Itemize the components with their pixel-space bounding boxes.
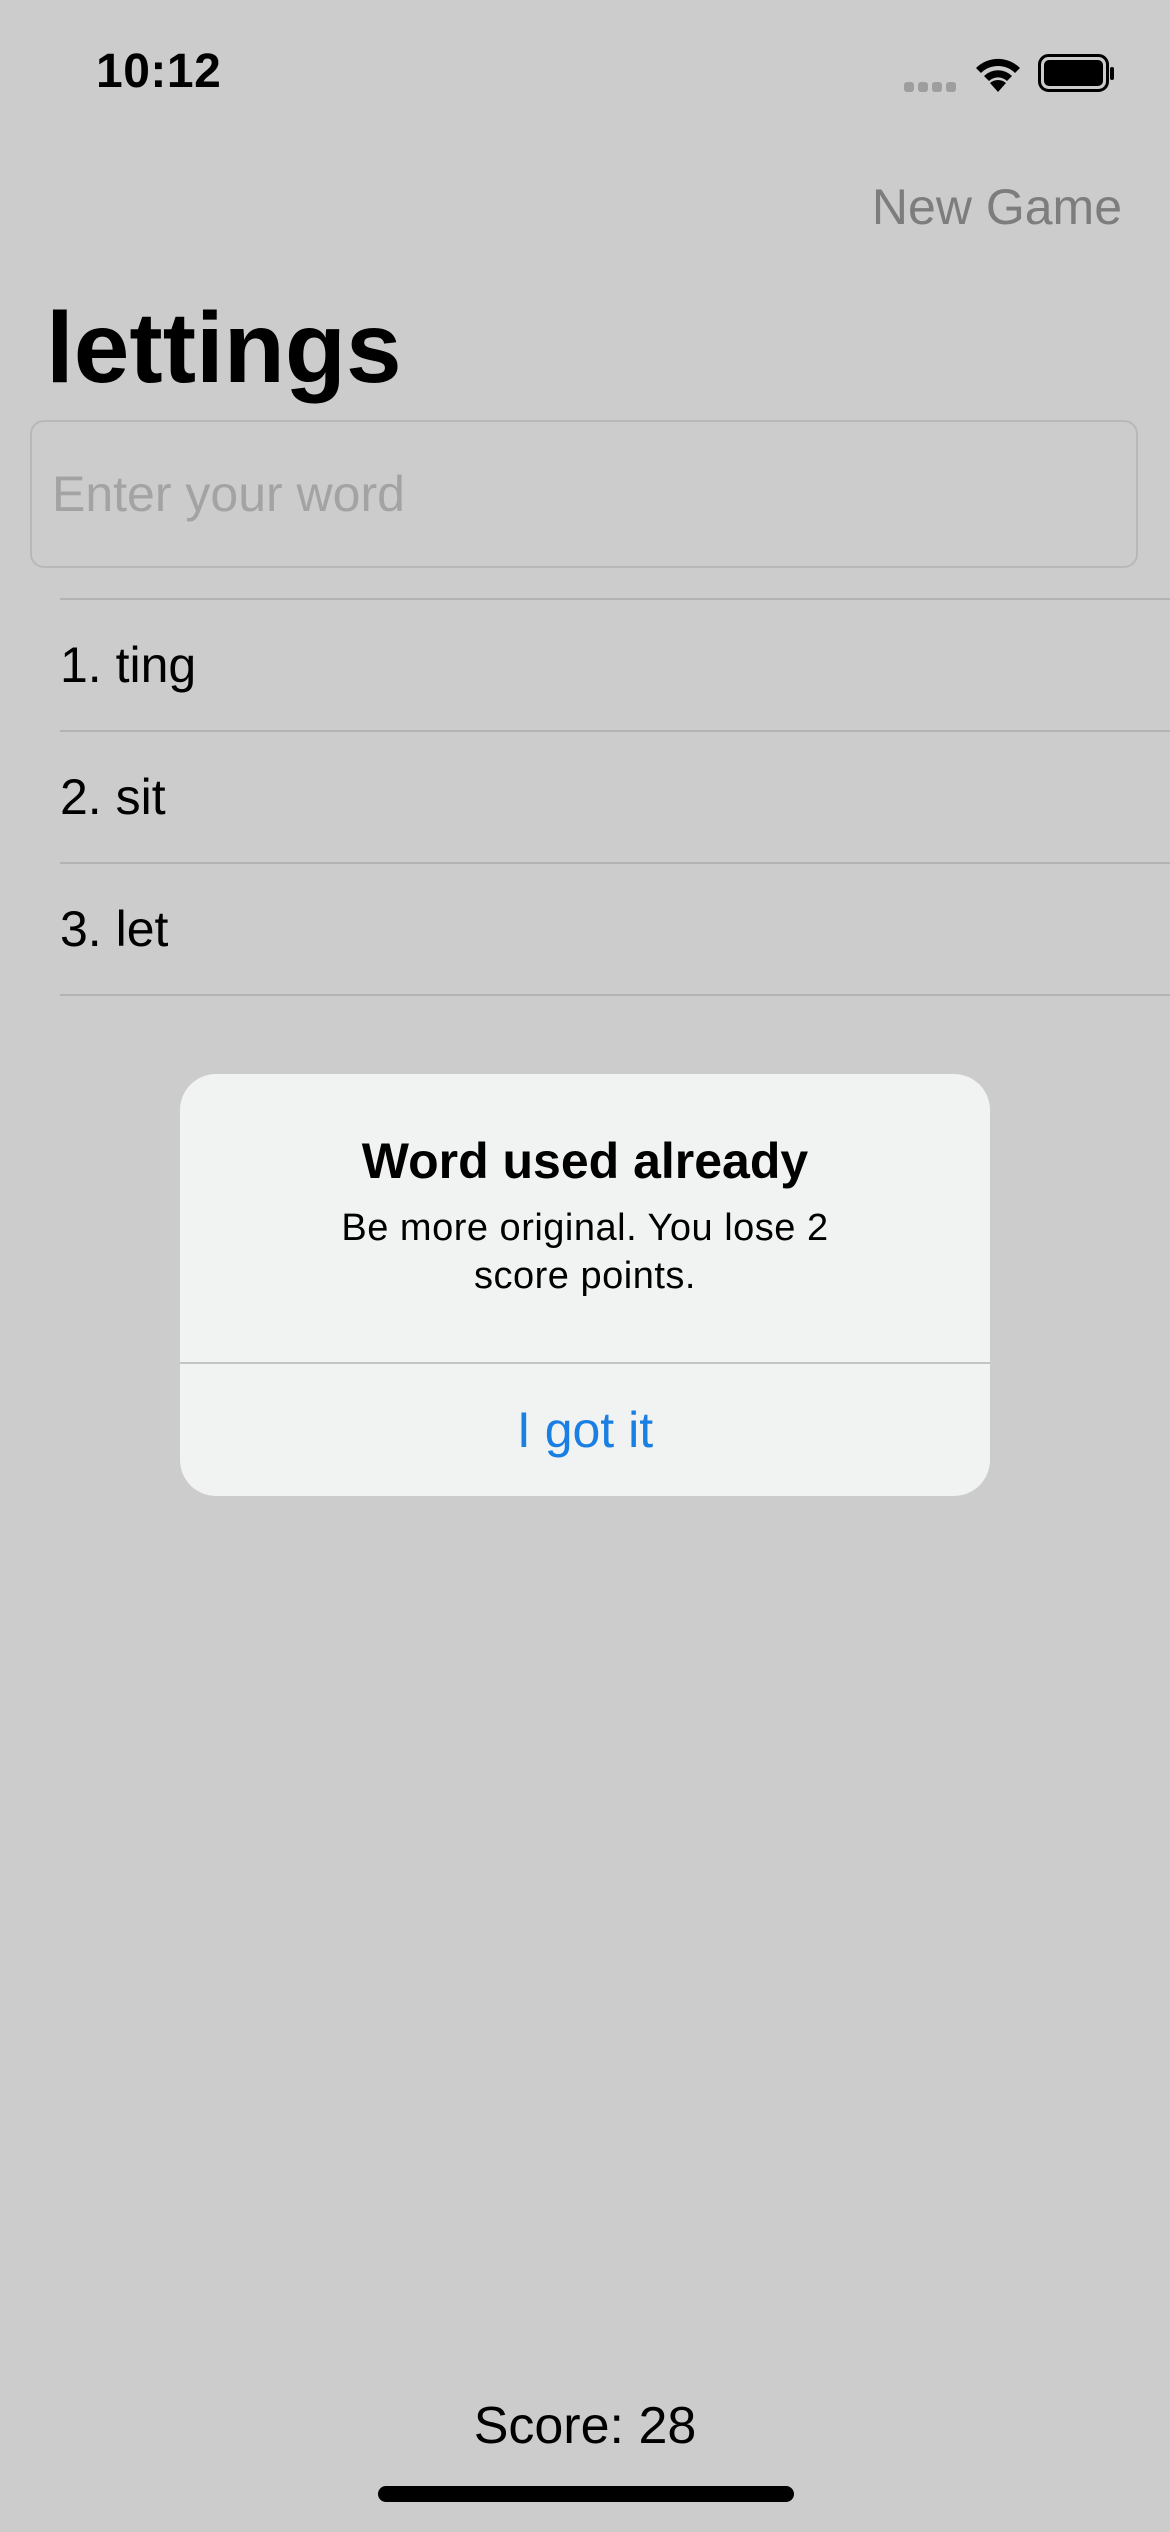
- wifi-icon: [976, 58, 1020, 92]
- alert-message: Be more original. You lose 2 score point…: [341, 1207, 829, 1297]
- status-bar: 10:12: [0, 0, 1170, 150]
- alert-title: Word used already: [361, 1133, 809, 1189]
- word-input[interactable]: [30, 420, 1138, 568]
- used-words-list: 1. ting 2. sit 3. let: [60, 598, 1170, 996]
- new-game-button[interactable]: New Game: [872, 178, 1122, 236]
- list-item: 3. let: [60, 864, 1170, 996]
- battery-icon: [1038, 54, 1114, 92]
- page-title: lettings: [46, 292, 402, 404]
- status-time: 10:12: [96, 45, 222, 98]
- alert-dialog: Word used already Be more original. You …: [180, 1074, 990, 1496]
- signal-icon: [904, 82, 956, 92]
- dismiss-alert-button[interactable]: I got it: [180, 1364, 990, 1496]
- score-label: Score: 28: [473, 2397, 697, 2455]
- home-indicator[interactable]: [378, 2486, 794, 2502]
- list-item: 2. sit: [60, 732, 1170, 864]
- list-item: 1. ting: [60, 600, 1170, 732]
